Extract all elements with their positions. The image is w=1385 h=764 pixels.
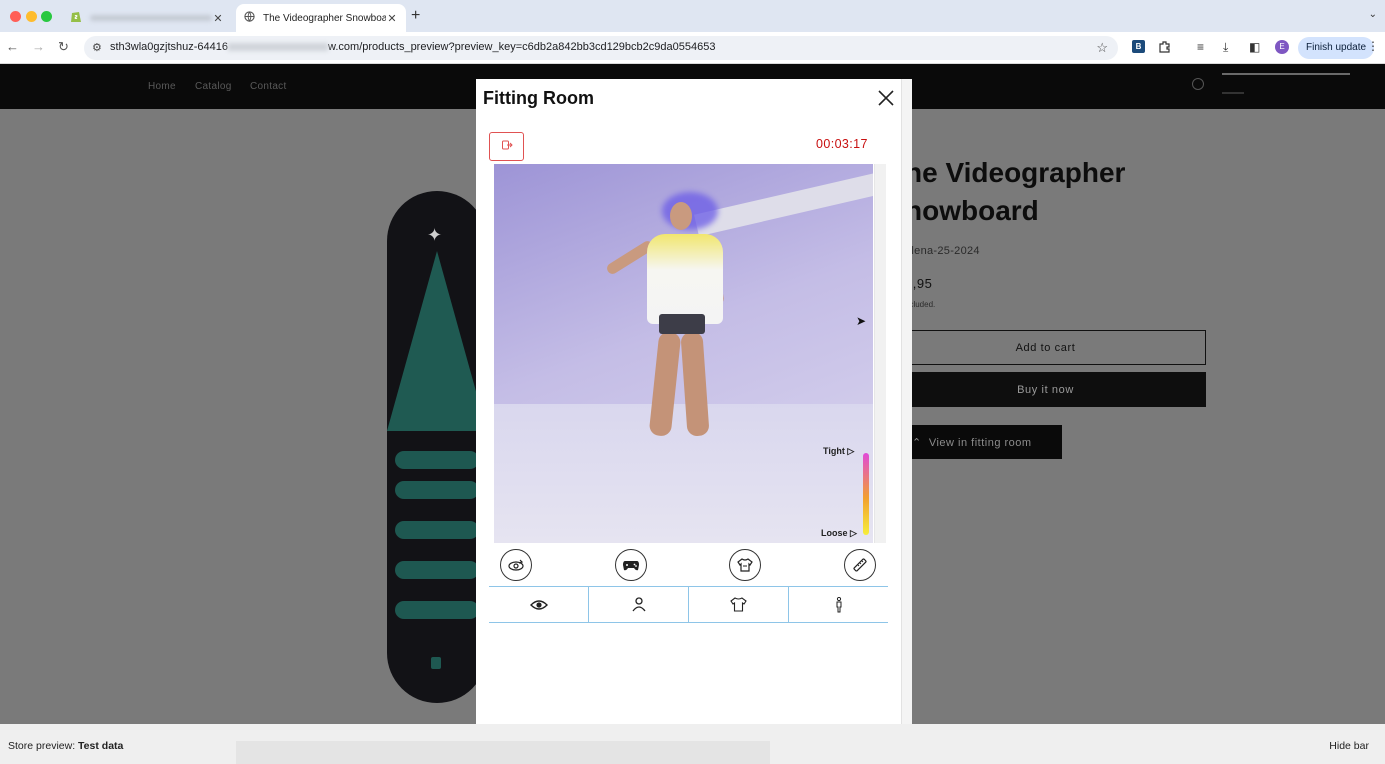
- url-text[interactable]: sth3wla0gzjtshuz-64416 w.com/products_pre…: [110, 41, 715, 53]
- board-pattern: [395, 521, 479, 539]
- address-bar[interactable]: ⚙ sth3wla0gzjtshuz-64416 w.com/products_p…: [84, 36, 1118, 60]
- tshirt-fit-icon: [737, 558, 753, 572]
- url-redacted: [228, 43, 329, 52]
- globe-icon: [244, 11, 255, 25]
- garment-fit-button[interactable]: [729, 549, 761, 581]
- close-icon[interactable]: [874, 86, 898, 110]
- buy-now-button[interactable]: Buy it now: [885, 372, 1206, 407]
- exit-fitting-button[interactable]: [489, 132, 524, 161]
- nav-catalog[interactable]: Catalog: [195, 81, 232, 92]
- nav-contact[interactable]: Contact: [250, 81, 287, 92]
- board-pattern: [395, 481, 479, 499]
- fit-scale-bar: [863, 453, 869, 535]
- bookmark-star-icon[interactable]: ☆: [1096, 40, 1108, 56]
- header-account-line: [1222, 92, 1244, 94]
- viewer-scrollbar[interactable]: [874, 164, 886, 543]
- modal-title: Fitting Room: [483, 88, 594, 108]
- tab-title-blurred: [90, 15, 212, 21]
- mouse-cursor-icon: ➤: [856, 314, 867, 328]
- search-icon[interactable]: [1192, 78, 1204, 90]
- fit-loose-label: Loose ▷: [821, 528, 857, 538]
- back-button[interactable]: ←: [6, 39, 19, 54]
- forward-button[interactable]: →: [32, 39, 45, 54]
- side-panel-icon[interactable]: ◧: [1249, 40, 1260, 54]
- tab-title: The Videographer Snowboard: [263, 12, 386, 24]
- shopify-icon: [70, 10, 82, 26]
- close-window-button[interactable]: [10, 11, 21, 22]
- tab-view[interactable]: [489, 587, 589, 622]
- rotate-button[interactable]: [500, 549, 532, 581]
- tab-close-icon[interactable]: ✕: [386, 12, 398, 25]
- rotate-icon: [508, 559, 524, 571]
- tab-body[interactable]: [789, 587, 888, 622]
- add-to-cart-button[interactable]: Add to cart: [885, 330, 1206, 365]
- tshirt-icon: [730, 597, 747, 612]
- avatar-shorts: [659, 314, 705, 334]
- hide-bar-button[interactable]: Hide bar: [1329, 740, 1369, 752]
- product-image-snowboard: ✦: [387, 191, 487, 703]
- avatar-tshirt: [647, 234, 723, 324]
- new-tab-button[interactable]: +: [411, 7, 420, 25]
- fitting-room-tabs: [489, 586, 888, 623]
- measure-button[interactable]: [844, 549, 876, 581]
- person-icon: [631, 597, 646, 612]
- profile-avatar[interactable]: E: [1275, 40, 1289, 54]
- controller-button[interactable]: [615, 549, 647, 581]
- media-control-icon[interactable]: ≡: [1197, 40, 1204, 54]
- tab-search-chevron-icon[interactable]: ⌄: [1369, 9, 1377, 20]
- site-info-icon[interactable]: ⚙: [92, 41, 102, 54]
- hanger-icon: ⌃: [912, 436, 922, 449]
- tab-avatar[interactable]: [589, 587, 689, 622]
- browser-toolbar: ← → ↻ ⚙ sth3wla0gzjtshuz-64416 w.com/prod…: [0, 32, 1385, 64]
- product-vendor: elena-25-2024: [905, 245, 980, 257]
- store-preview-bar: Store preview: Test data Hide bar: [0, 724, 1385, 764]
- downloads-icon[interactable]: ⤓: [1223, 40, 1228, 55]
- gamepad-icon: [623, 561, 639, 571]
- eye-icon: [529, 599, 548, 610]
- tab-product-preview[interactable]: The Videographer Snowboard ✕: [236, 4, 406, 32]
- board-pattern: [395, 451, 479, 469]
- exit-icon: [501, 140, 513, 150]
- tab-close-icon[interactable]: ✕: [212, 12, 224, 25]
- avatar-head: [670, 202, 692, 230]
- measure-icon: [853, 558, 867, 572]
- background-truss: [694, 169, 873, 237]
- board-pattern: [395, 601, 479, 619]
- fitting-room-modal: Fitting Room 00:03:17 ➤ Tight ▷ Loose ▷: [476, 79, 912, 746]
- preview-label: Store preview: Test data: [8, 740, 124, 752]
- extension-b-icon[interactable]: B: [1132, 40, 1145, 53]
- view-fitting-room-button[interactable]: ⌃ View in fitting room: [898, 425, 1062, 459]
- header-divider: [1222, 73, 1350, 75]
- browser-menu-icon[interactable]: ⋮: [1367, 39, 1379, 53]
- reload-button[interactable]: ↻: [58, 39, 69, 55]
- browser-tab-bar: ✕ The Videographer Snowboard ✕ + ⌄: [0, 0, 1385, 32]
- fit-tight-label: Tight ▷: [823, 446, 855, 456]
- tab-shopify-admin[interactable]: ✕: [62, 4, 232, 32]
- finish-update-button[interactable]: Finish update: [1298, 37, 1375, 59]
- avatar-3d-viewer[interactable]: ➤ Tight ▷ Loose ▷: [494, 164, 873, 543]
- tab-garments[interactable]: [689, 587, 789, 622]
- minimize-window-button[interactable]: [26, 11, 37, 22]
- preview-bar-strip: [236, 741, 770, 764]
- extensions-puzzle-icon[interactable]: [1158, 40, 1171, 56]
- tree-graphic: [387, 251, 487, 431]
- modal-scrollbar[interactable]: [901, 79, 912, 724]
- session-timer: 00:03:17: [816, 137, 868, 151]
- star-graphic-icon: ✦: [427, 225, 443, 245]
- board-logo: [431, 657, 441, 669]
- board-pattern: [395, 561, 479, 579]
- body-icon: [836, 596, 841, 612]
- product-title: he Videographer nowboard: [905, 157, 1126, 226]
- preview-value: Test data: [78, 740, 124, 752]
- nav-home[interactable]: Home: [148, 81, 176, 92]
- zoom-window-button[interactable]: [41, 11, 52, 22]
- studio-floor: [494, 404, 873, 543]
